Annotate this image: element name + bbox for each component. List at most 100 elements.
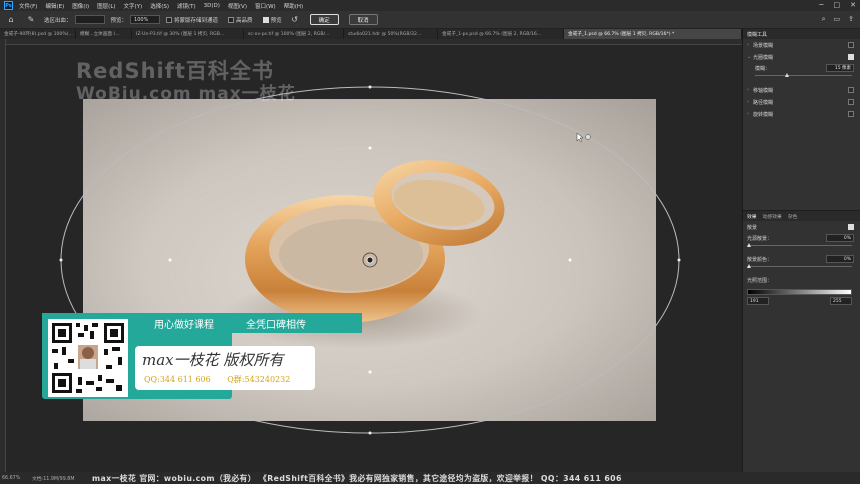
iris-blur-row[interactable]: ⌄ 光圈模糊 [743, 51, 860, 63]
feather-handle-bottom [368, 370, 372, 374]
tab-document-6[interactable]: 金戒子_1-ps.psd @ 66.7% (图层 2, RGB/16... [438, 29, 564, 39]
promo-slogan-2: 全凭口碑相传 [246, 319, 306, 331]
feather-handle-top [368, 146, 372, 150]
tab-document-2[interactable]: 模糊...立体画面 (... [76, 29, 132, 39]
tab-noise[interactable]: 杂色 [788, 213, 798, 220]
promo-slogan-1: 用心做好课程 [154, 319, 214, 331]
iris-handle-right [677, 258, 681, 262]
selection-bleed-input[interactable] [74, 15, 105, 24]
blur-amount-label: 模糊： 15 像素 [743, 63, 860, 73]
cancel-button[interactable]: 取消 [348, 14, 378, 25]
bokeh-color-thumb[interactable] [747, 264, 751, 268]
preview-checkbox[interactable] [262, 16, 269, 23]
promo-qq: QQ:344 611 606 [144, 375, 211, 384]
options-bar: ⌂ ✎ 选区出血： 预览： 100% 将蒙版存储到通道 高品质 预览 ↺ 确定 … [0, 11, 860, 29]
canvas-area[interactable]: RedShift百科全书 WoBiu.com max一枝花 用心做好课程 全凭口… [6, 45, 742, 472]
light-range-label: 光照范围： [747, 277, 773, 284]
blur-tool-icon[interactable]: ✎ [24, 14, 38, 26]
blur-tools-panel: 模糊工具 › 场景模糊 ⌄ 光圈模糊 模糊： 15 像素 › 移轴模糊 › 路径… [742, 29, 860, 472]
menu-view[interactable]: 视图(V) [228, 2, 247, 10]
promo-contact: QQ:344 611 606 Q群:543240232 [144, 374, 304, 385]
promo-author-name: max一枝花 版权所有 [142, 351, 284, 369]
spin-blur-checkbox[interactable] [848, 111, 854, 117]
field-blur-checkbox[interactable] [848, 42, 854, 48]
photoshop-logo-icon: Ps [4, 1, 13, 10]
light-range-gradient[interactable] [747, 289, 852, 295]
focus-input[interactable]: 100% [130, 15, 161, 24]
selection-bleed-label: 选区出血： [44, 17, 72, 24]
panel-empty-space [743, 120, 860, 210]
tab-document-3[interactable]: IZ-Un-P3.tif @ 30% (图层 1 拷贝, RGB... [132, 29, 244, 39]
maximize-icon[interactable]: □ [834, 1, 841, 9]
status-bar: 66.67% 文档:11.9M/99.8M max一枝花 官网：wobiu.co… [0, 472, 860, 484]
share-icon[interactable]: ⇪ [848, 15, 854, 24]
window-controls: ─ □ ✕ [819, 1, 856, 9]
focus-label: 预览： [110, 17, 128, 24]
roundness-handle [585, 134, 591, 140]
close-icon[interactable]: ✕ [850, 1, 856, 9]
effects-tabs: 效果 动感效果 杂色 [743, 211, 860, 221]
reset-icon[interactable]: ↺ [288, 14, 302, 26]
path-blur-checkbox[interactable] [848, 99, 854, 105]
menu-file[interactable]: 文件(F) [19, 2, 37, 10]
light-bokeh-label: 光源散景： 0% [743, 233, 860, 243]
blur-amount-input[interactable]: 15 像素 [826, 64, 854, 72]
tilt-shift-row[interactable]: › 移轴模糊 [743, 84, 860, 96]
copyright-banner: max一枝花 官网：wobiu.com（我必有） 《RedShift百科全书》我… [92, 473, 622, 483]
bokeh-color-input[interactable]: 0% [826, 255, 854, 263]
tab-effects[interactable]: 效果 [747, 213, 757, 220]
minimize-icon[interactable]: ─ [819, 1, 823, 9]
iris-handle-left [59, 258, 63, 262]
workspace-icon[interactable]: ▭ [834, 15, 841, 24]
zoom-level[interactable]: 66.67% [2, 476, 32, 481]
bokeh-color-slider[interactable] [747, 264, 852, 268]
blur-slider-thumb[interactable] [785, 73, 789, 77]
tab-document-5[interactable]: studio021.hdr @ 50%(RGB/32... [344, 29, 438, 39]
menu-type[interactable]: 文字(Y) [124, 2, 143, 10]
light-range-high-input[interactable]: 255 [830, 297, 852, 305]
feather-handle-left [168, 258, 172, 262]
save-mask-label: 将蒙版存储到通道 [174, 17, 219, 24]
menu-edit[interactable]: 编辑(E) [45, 2, 64, 10]
tab-document-1[interactable]: 金戒子-90环(8).psd @ 100%(... [0, 29, 76, 39]
menu-3d[interactable]: 3D(D) [204, 3, 220, 9]
menu-window[interactable]: 窗口(W) [255, 2, 276, 10]
feather-handle-right [568, 258, 572, 262]
promo-card: 用心做好课程 全凭口碑相传 max一枝花 版权所有 QQ:344 611 606 [42, 313, 362, 401]
preview-label: 预览 [270, 17, 282, 24]
path-blur-row[interactable]: › 路径模糊 [743, 96, 860, 108]
light-bokeh-thumb[interactable] [747, 243, 751, 247]
home-icon[interactable]: ⌂ [4, 14, 18, 26]
blur-pin-center [366, 256, 374, 264]
ok-button[interactable]: 确定 [309, 14, 339, 25]
iris-handle-bottom [368, 431, 372, 435]
tab-document-active[interactable]: 金戒子_1.psd @ 66.7% (图层 1 拷贝, RGB/16*) * [564, 29, 742, 39]
qr-code-icon [48, 319, 128, 397]
high-quality-checkbox[interactable] [228, 16, 235, 23]
tab-motion-effects[interactable]: 动感效果 [763, 213, 782, 220]
spin-blur-row[interactable]: › 旋转模糊 [743, 108, 860, 120]
menu-filter[interactable]: 滤镜(T) [177, 2, 196, 10]
bokeh-checkbox[interactable] [848, 224, 854, 230]
tab-document-4[interactable]: sc-ov-ps.tif @ 100% (图层 2, RGB/... [244, 29, 344, 39]
document-tabs: 金戒子-90环(8).psd @ 100%(... 模糊...立体画面 (...… [0, 29, 742, 39]
bokeh-row[interactable]: 散景 [743, 221, 860, 233]
high-quality-label: 高品质 [236, 17, 253, 24]
menu-layer[interactable]: 图层(L) [97, 2, 115, 10]
iris-blur-checkbox[interactable] [848, 54, 854, 60]
iris-blur-overlay [59, 85, 681, 435]
blur-amount-slider[interactable] [755, 73, 852, 77]
menu-help[interactable]: 帮助(H) [284, 2, 303, 10]
save-mask-checkbox[interactable] [166, 16, 173, 23]
blur-tools-panel-title: 模糊工具 [743, 29, 860, 39]
menu-image[interactable]: 图像(I) [72, 2, 89, 10]
light-range-values: 191 255 [743, 297, 860, 305]
tilt-shift-checkbox[interactable] [848, 87, 854, 93]
light-bokeh-slider[interactable] [747, 243, 852, 247]
promo-qgroup: Q群:543240232 [227, 375, 291, 384]
light-bokeh-input[interactable]: 0% [826, 234, 854, 242]
menu-select[interactable]: 选择(S) [150, 2, 169, 10]
field-blur-row[interactable]: › 场景模糊 [743, 39, 860, 51]
light-range-low-input[interactable]: 191 [747, 297, 769, 305]
search-icon[interactable]: ⌕ [822, 15, 826, 24]
